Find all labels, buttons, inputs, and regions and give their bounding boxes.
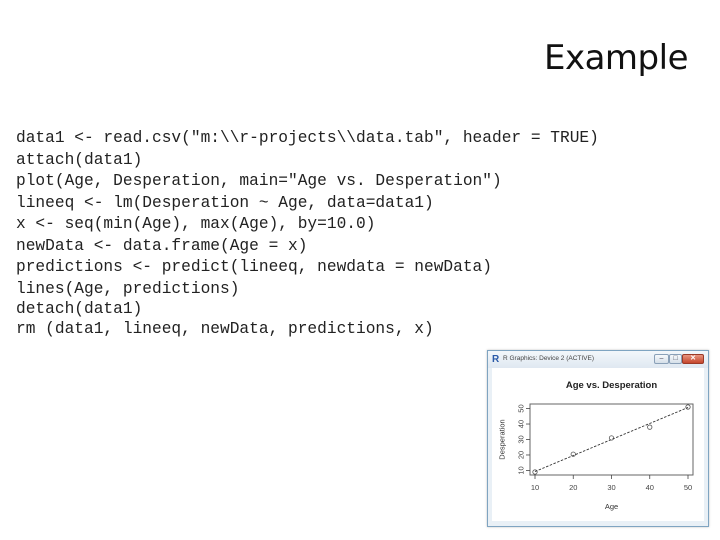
maximize-button[interactable]: □ [669, 354, 682, 364]
code-line: attach(data1) [16, 150, 143, 169]
code-line: newData <- data.frame(Age = x) [16, 236, 308, 255]
data-point [608, 435, 615, 441]
slide-title: Example [543, 38, 689, 78]
minimize-button[interactable]: – [654, 354, 669, 364]
y-tick-label: 30 [517, 435, 526, 443]
code-block: data1 <- read.csv("m:\\r-projects\\data.… [16, 128, 599, 339]
code-line: plot(Age, Desperation, main="Age vs. Des… [16, 172, 502, 190]
scatter-plot: Age vs. Desperation 10 20 30 40 50 10 20 30 40 50 A… [498, 380, 694, 511]
close-button[interactable]: ✕ [682, 354, 704, 364]
code-line: lineeq <- lm(Desperation ~ Age, data=dat… [16, 193, 434, 212]
y-tick-label: 50 [517, 404, 526, 412]
x-tick-label: 20 [569, 483, 577, 492]
code-line: predictions <- predict(lineeq, newdata =… [16, 258, 492, 276]
y-tick-label: 40 [517, 420, 526, 428]
code-line: lines(Age, predictions) [16, 279, 240, 298]
regression-line [534, 407, 689, 472]
y-axis-label: Desperation [498, 419, 507, 459]
code-line: data1 <- read.csv("m:\\r-projects\\data.… [16, 129, 599, 147]
r-logo-icon: R [492, 354, 500, 365]
window-titlebar[interactable]: R R Graphics: Device 2 (ACTIVE) – □ ✕ [488, 351, 708, 368]
window-title: R Graphics: Device 2 (ACTIVE) [503, 355, 595, 362]
x-axis-label: Age [605, 502, 618, 511]
plot-area: Age vs. Desperation 10 20 30 40 50 10 20 30 40 50 A… [492, 368, 704, 521]
x-tick-label: 10 [531, 483, 539, 492]
plot-frame [529, 403, 694, 476]
x-tick-label: 50 [684, 483, 692, 492]
y-tick-label: 10 [517, 466, 526, 474]
code-line: x <- seq(min(Age), max(Age), by=10.0) [16, 215, 376, 233]
y-tick-label: 20 [517, 451, 526, 459]
x-tick-label: 30 [607, 483, 615, 492]
code-line: rm (data1, lineeq, newData, predictions,… [16, 319, 434, 338]
data-point [647, 424, 653, 430]
r-graphics-window[interactable]: R R Graphics: Device 2 (ACTIVE) – □ ✕ Ag… [487, 350, 709, 527]
x-tick-label: 40 [646, 483, 654, 492]
chart-title: Age vs. Desperation [566, 380, 658, 391]
code-line: detach(data1) [16, 299, 143, 318]
